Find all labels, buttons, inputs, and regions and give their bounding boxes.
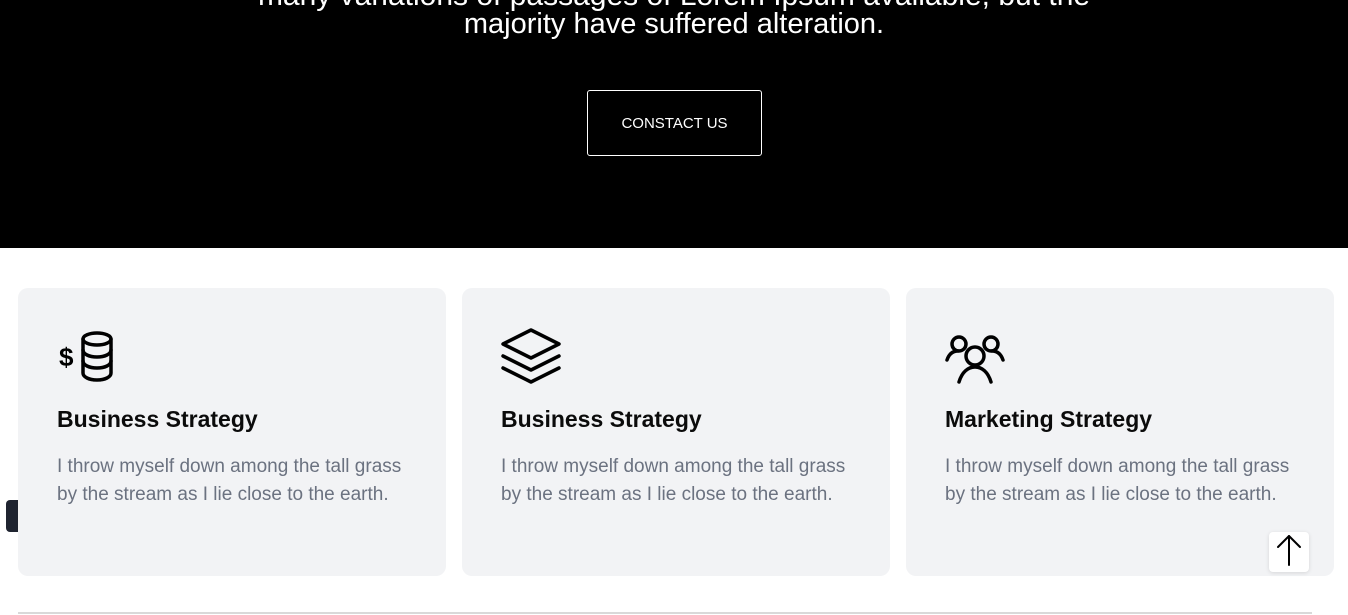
- svg-text:$: $: [59, 342, 74, 372]
- service-card-1: $ Business Strategy I throw myself down …: [18, 288, 446, 576]
- contact-us-button[interactable]: CONSTACT US: [587, 90, 762, 156]
- coins-dollar-icon: $: [57, 326, 121, 390]
- card-title: Business Strategy: [57, 406, 258, 432]
- card-description: I throw myself down among the tall grass…: [501, 456, 846, 505]
- card-title: Business Strategy: [501, 406, 702, 432]
- hero-section: many variations of passages of Lorem Ips…: [0, 0, 1348, 248]
- users-group-icon: [945, 326, 1009, 390]
- card-description: I throw myself down among the tall grass…: [57, 456, 402, 505]
- layers-icon: [501, 326, 565, 390]
- arrow-up-icon: [1274, 533, 1304, 572]
- hero-text: majority have suffered alteration.: [463, 8, 885, 40]
- divider: [18, 612, 1312, 614]
- service-card-2: Business Strategy I throw myself down am…: [462, 288, 890, 576]
- scroll-to-top-button[interactable]: [1269, 532, 1309, 572]
- side-tab[interactable]: [6, 500, 18, 532]
- card-title: Marketing Strategy: [945, 406, 1153, 432]
- card-description: I throw myself down among the tall grass…: [945, 456, 1290, 505]
